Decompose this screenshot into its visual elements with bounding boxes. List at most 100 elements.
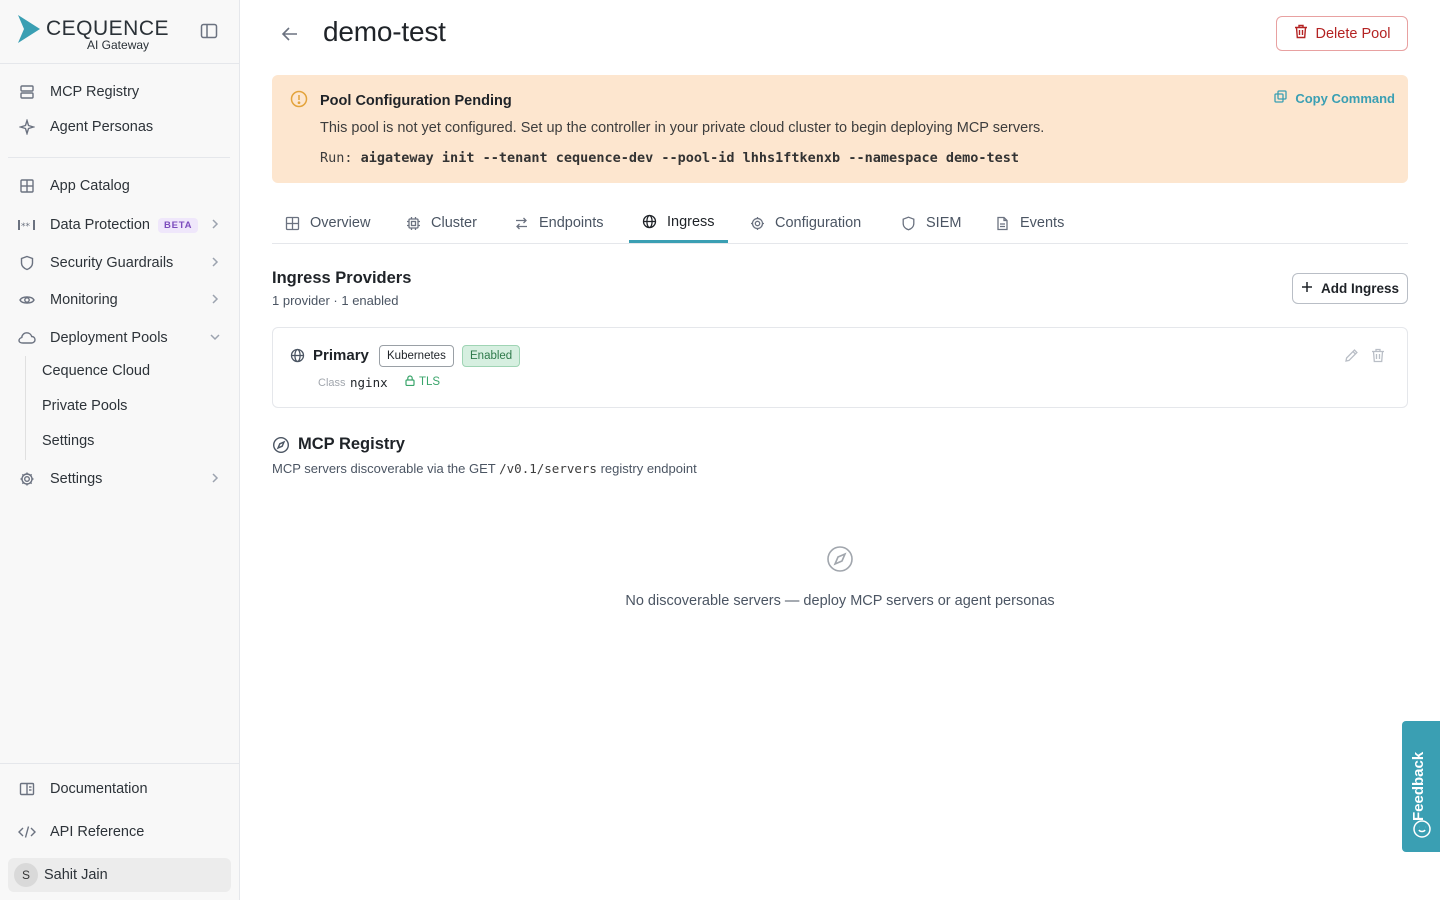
sidebar-item-documentation[interactable]: Documentation bbox=[8, 773, 230, 805]
ingress-provider-card: Primary Kubernetes Enabled Class nginx T… bbox=[272, 327, 1408, 408]
tab-label: Ingress bbox=[667, 213, 715, 230]
pending-config-alert: Pool Configuration Pending This pool is … bbox=[272, 75, 1408, 183]
brand-header: CEQUENCE AI Gateway bbox=[0, 0, 239, 64]
alert-title: Pool Configuration Pending bbox=[320, 93, 512, 109]
sidebar-item-label: Data Protection bbox=[50, 217, 150, 233]
delete-trash-icon[interactable] bbox=[1371, 348, 1386, 363]
status-badge: Enabled bbox=[462, 345, 521, 367]
tab-label: SIEM bbox=[926, 215, 962, 231]
tab-siem[interactable]: SIEM bbox=[888, 203, 974, 243]
sidebar-subitem-private-pools[interactable]: Private Pools bbox=[42, 398, 127, 414]
sidebar-collapse-icon[interactable] bbox=[200, 22, 218, 40]
globe-icon bbox=[290, 348, 305, 363]
delete-pool-button[interactable]: Delete Pool bbox=[1276, 16, 1408, 51]
tab-label: Cluster bbox=[431, 215, 477, 231]
sidebar-item-label: App Catalog bbox=[50, 178, 130, 194]
pool-tabs: Overview Cluster Endpoints Ingress Confi… bbox=[272, 203, 1408, 244]
sidebar-divider bbox=[8, 157, 230, 158]
sidebar: CEQUENCE AI Gateway MCP Registry Agent P… bbox=[0, 0, 240, 900]
feedback-icon bbox=[1412, 819, 1432, 839]
tab-cluster[interactable]: Cluster bbox=[393, 203, 490, 243]
tab-events[interactable]: Events bbox=[982, 203, 1077, 243]
chevron-right-icon bbox=[208, 255, 222, 269]
code-icon bbox=[18, 823, 36, 841]
sidebar-item-label: Monitoring bbox=[50, 292, 118, 308]
ingress-title: Ingress Providers bbox=[272, 269, 412, 287]
sidebar-item-monitoring[interactable]: Monitoring bbox=[8, 284, 230, 316]
sidebar-subitem-cequence-cloud[interactable]: Cequence Cloud bbox=[42, 363, 150, 379]
compass-icon bbox=[272, 436, 290, 454]
brand-subtitle: AI Gateway bbox=[87, 38, 150, 52]
warning-icon bbox=[290, 90, 308, 108]
sidebar-item-data-protection[interactable]: ** Data Protection BETA bbox=[8, 209, 230, 241]
registry-subtitle-prefix: MCP servers discoverable via the GET bbox=[272, 461, 496, 476]
gear-icon bbox=[750, 216, 765, 231]
tab-ingress[interactable]: Ingress bbox=[629, 203, 728, 243]
sidebar-item-label: Settings bbox=[50, 471, 103, 487]
empty-state-text: No discoverable servers — deploy MCP ser… bbox=[625, 593, 1055, 609]
sidebar-item-label: API Reference bbox=[50, 824, 145, 840]
sidebar-item-label: Agent Personas bbox=[50, 119, 154, 135]
alert-command: Run: aigateway init --tenant cequence-de… bbox=[320, 150, 1019, 166]
user-name: Sahit Jain bbox=[44, 867, 108, 883]
book-icon bbox=[18, 780, 36, 798]
back-arrow-icon[interactable] bbox=[279, 23, 301, 45]
document-icon bbox=[995, 216, 1010, 231]
tab-label: Events bbox=[1020, 215, 1065, 231]
chip-icon bbox=[406, 216, 421, 231]
lock-icon bbox=[405, 375, 415, 389]
trash-icon bbox=[1294, 24, 1308, 43]
alert-body: This pool is not yet configured. Set up … bbox=[320, 120, 1045, 136]
feedback-tab[interactable]: Feedback bbox=[1402, 721, 1440, 852]
avatar: S bbox=[14, 863, 38, 887]
compass-icon bbox=[826, 545, 854, 573]
sidebar-item-agent-personas[interactable]: Agent Personas bbox=[8, 111, 230, 143]
sidebar-item-deployment-pools[interactable]: Deployment Pools bbox=[8, 322, 230, 354]
tab-label: Endpoints bbox=[539, 215, 604, 231]
provider-name: Primary bbox=[313, 347, 369, 364]
sidebar-item-label: Deployment Pools bbox=[50, 330, 168, 346]
sidebar-item-label: MCP Registry bbox=[50, 84, 140, 100]
tab-overview[interactable]: Overview bbox=[272, 203, 383, 243]
submenu-guide-line bbox=[25, 356, 26, 460]
chevron-right-icon bbox=[208, 292, 222, 306]
registry-title: MCP Registry bbox=[298, 435, 405, 453]
beta-badge: BETA bbox=[157, 217, 199, 233]
server-stack-icon bbox=[18, 83, 36, 101]
grid-icon bbox=[285, 216, 300, 231]
registry-subtitle: MCP servers discoverable via the GET /v0… bbox=[272, 461, 697, 476]
tls-indicator: TLS bbox=[405, 375, 440, 389]
gear-icon bbox=[18, 470, 36, 488]
user-menu[interactable]: S Sahit Jain bbox=[8, 858, 231, 892]
tab-label: Configuration bbox=[775, 215, 862, 231]
edit-pencil-icon[interactable] bbox=[1344, 348, 1359, 363]
cloud-icon bbox=[18, 329, 36, 347]
cequence-logo-icon bbox=[17, 14, 41, 49]
chevron-right-icon bbox=[208, 471, 222, 485]
chevron-right-icon bbox=[208, 217, 222, 231]
sidebar-item-app-catalog[interactable]: App Catalog bbox=[8, 170, 230, 202]
tab-endpoints[interactable]: Endpoints bbox=[501, 203, 617, 243]
sidebar-item-mcp-registry[interactable]: MCP Registry bbox=[8, 76, 230, 108]
add-ingress-label: Add Ingress bbox=[1320, 281, 1399, 296]
shield-icon bbox=[18, 254, 36, 272]
sidebar-item-api-reference[interactable]: API Reference bbox=[8, 816, 230, 848]
sidebar-item-security-guardrails[interactable]: Security Guardrails bbox=[8, 247, 230, 279]
ingress-subtitle: 1 provider · 1 enabled bbox=[272, 293, 399, 308]
tab-label: Overview bbox=[310, 215, 371, 231]
sidebar-item-label: Security Guardrails bbox=[50, 255, 174, 271]
sidebar-item-settings[interactable]: Settings bbox=[8, 463, 230, 495]
provider-type-tag: Kubernetes bbox=[379, 345, 454, 367]
add-ingress-button[interactable]: Add Ingress bbox=[1292, 273, 1408, 304]
svg-text:**: ** bbox=[21, 222, 31, 231]
shield-icon bbox=[901, 216, 916, 231]
registry-endpoint: /v0.1/servers bbox=[499, 461, 597, 476]
tab-configuration[interactable]: Configuration bbox=[737, 203, 874, 243]
tls-label: TLS bbox=[419, 376, 441, 388]
globe-icon bbox=[642, 214, 657, 229]
copy-command-button[interactable]: Copy Command bbox=[1274, 90, 1395, 106]
sidebar-subitem-settings[interactable]: Settings bbox=[42, 433, 94, 449]
registry-subtitle-suffix: registry endpoint bbox=[600, 461, 697, 476]
page-title: demo-test bbox=[323, 16, 446, 47]
grid-icon bbox=[18, 177, 36, 195]
